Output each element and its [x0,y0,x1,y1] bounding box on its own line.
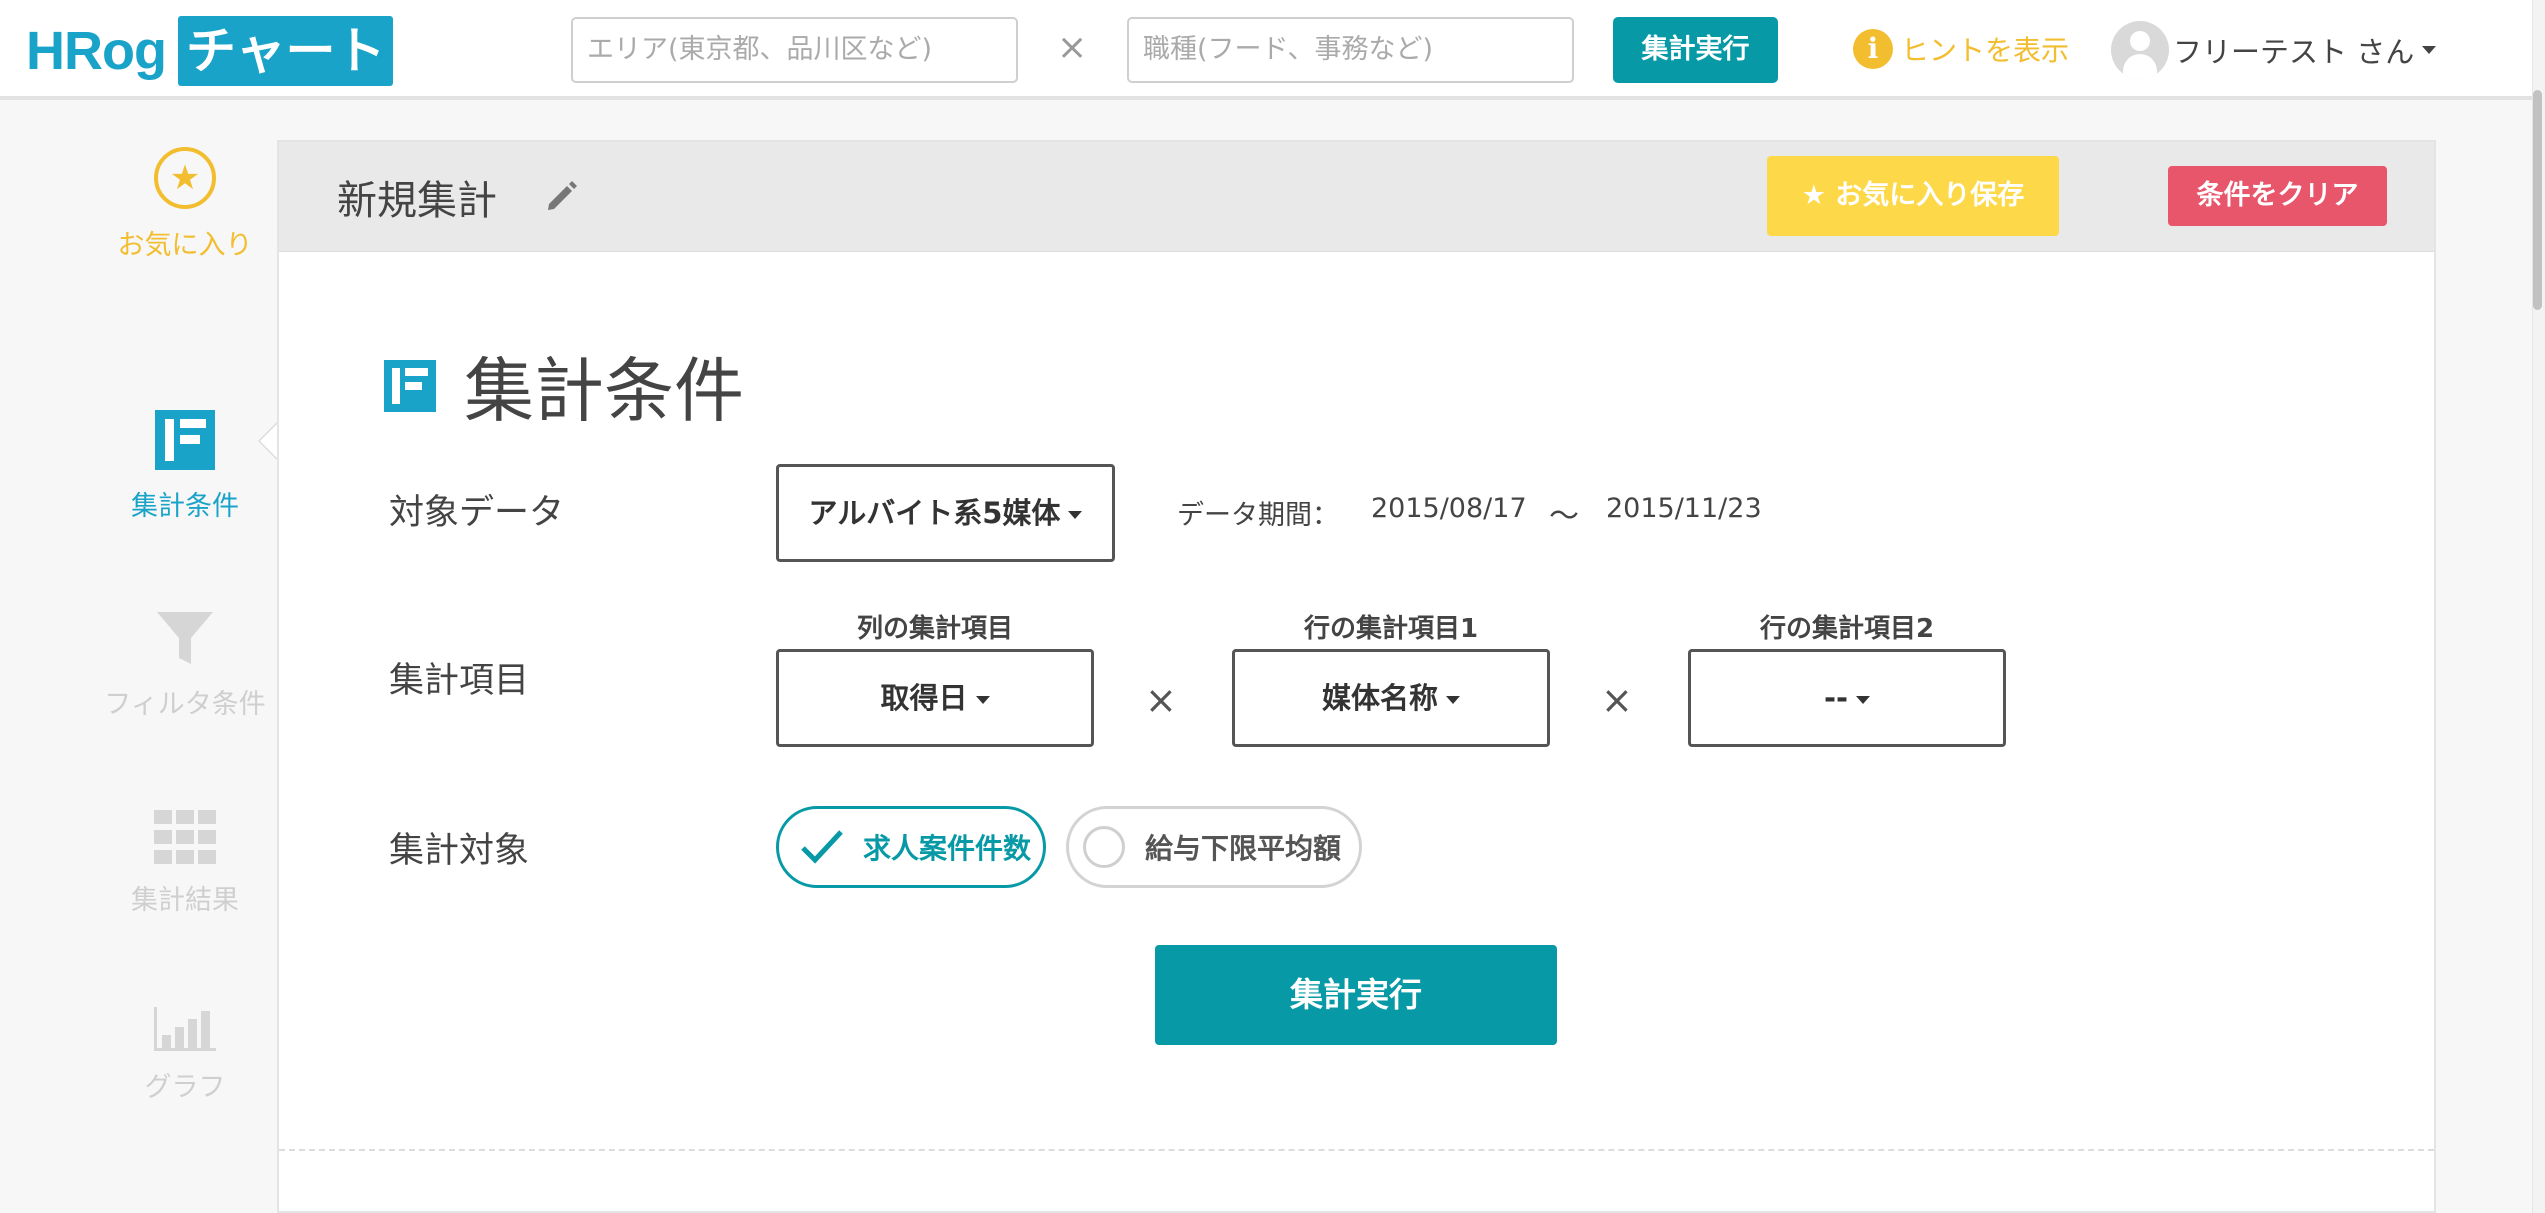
chevron-down-icon [2422,46,2437,54]
data-period-to: 2015/11/23 [1606,493,1762,524]
aggregation-target-label: 集計対象 [389,831,530,871]
option-min-salary-avg[interactable]: 給与下限平均額 [1066,806,1362,888]
section-divider [279,1149,2434,1151]
user-name: フリーテスト さん [2173,35,2415,69]
show-hint-link[interactable]: i ヒントを表示 [1853,26,2069,72]
star-icon: ★ [1801,180,1836,211]
column-item-select[interactable]: 取得日 [776,649,1094,747]
info-icon: i [1853,29,1893,69]
save-favorite-label: お気に入り保存 [1835,180,2025,211]
row-item2-heading: 行の集計項目2 [1759,614,1935,644]
target-data-value: アルバイト系5媒体 [808,496,1061,530]
option-label: 求人案件件数 [863,832,1032,865]
main-panel: 新規集計 ★ お気に入り保存 条件をクリア 集計条件 対象データ アルバイト系5… [277,140,2436,1213]
avatar [2111,21,2169,79]
area-search-input[interactable]: エリア(東京都、品川区など) [571,17,1018,83]
aggregation-items-label: 集計項目 [389,661,530,701]
row-item2-select[interactable]: -- [1688,649,2006,747]
column-item-heading: 列の集計項目 [856,614,1013,644]
row-item1-select[interactable]: 媒体名称 [1232,649,1550,747]
hint-label: ヒントを表示 [1901,34,2070,67]
edit-title-icon[interactable] [541,176,581,216]
clear-conditions-button[interactable]: 条件をクリア [2168,166,2387,226]
header-run-button[interactable]: 集計実行 [1613,17,1778,83]
row-item1-heading: 行の集計項目1 [1303,614,1479,644]
chevron-down-icon [975,696,990,704]
row-item1-value: 媒体名称 [1321,681,1438,715]
option-label: 給与下限平均額 [1145,832,1342,865]
data-period-label: データ期間： [1177,500,1339,531]
save-favorite-button[interactable]: ★ お気に入り保存 [1767,156,2059,236]
run-aggregation-button[interactable]: 集計実行 [1155,945,1557,1045]
row-item2-value: -- [1823,681,1849,715]
target-data-select[interactable]: アルバイト系5媒体 [776,464,1115,562]
job-search-input[interactable]: 職種(フード、事務など) [1127,17,1574,83]
logo-text: HRog [26,21,167,81]
target-data-label: 対象データ [389,493,565,533]
option-job-count[interactable]: 求人案件件数 [776,806,1046,888]
scroll-thumb[interactable] [2533,90,2542,310]
chevron-down-icon [1446,696,1460,704]
section-title-text: 集計条件 [464,350,744,432]
section-title: 集計条件 [384,335,744,436]
search-separator: × [1057,27,1088,68]
chevron-down-icon [1068,511,1083,519]
conditions-icon [384,359,436,412]
active-indicator [258,421,278,461]
data-period-from: 2015/08/17 [1371,493,1527,524]
panel-header: 新規集計 ★ お気に入り保存 条件をクリア [279,142,2434,252]
user-menu[interactable]: フリーテスト さん [2111,20,2437,80]
chevron-down-icon [1856,696,1871,704]
times-separator: × [1145,678,1177,722]
times-separator: × [1601,678,1633,722]
top-header: HRog チャート エリア(東京都、品川区など) × 職種(フード、事務など) … [0,0,2545,100]
scrollbar[interactable] [2532,0,2545,1213]
logo-badge: チャート [177,16,394,86]
check-icon [801,830,843,864]
column-item-value: 取得日 [880,681,968,715]
page-title: 新規集計 [337,178,497,224]
radio-icon [1083,826,1125,868]
logo[interactable]: HRog チャート [26,16,394,86]
data-period-tilde: 〜 [1549,499,1579,534]
